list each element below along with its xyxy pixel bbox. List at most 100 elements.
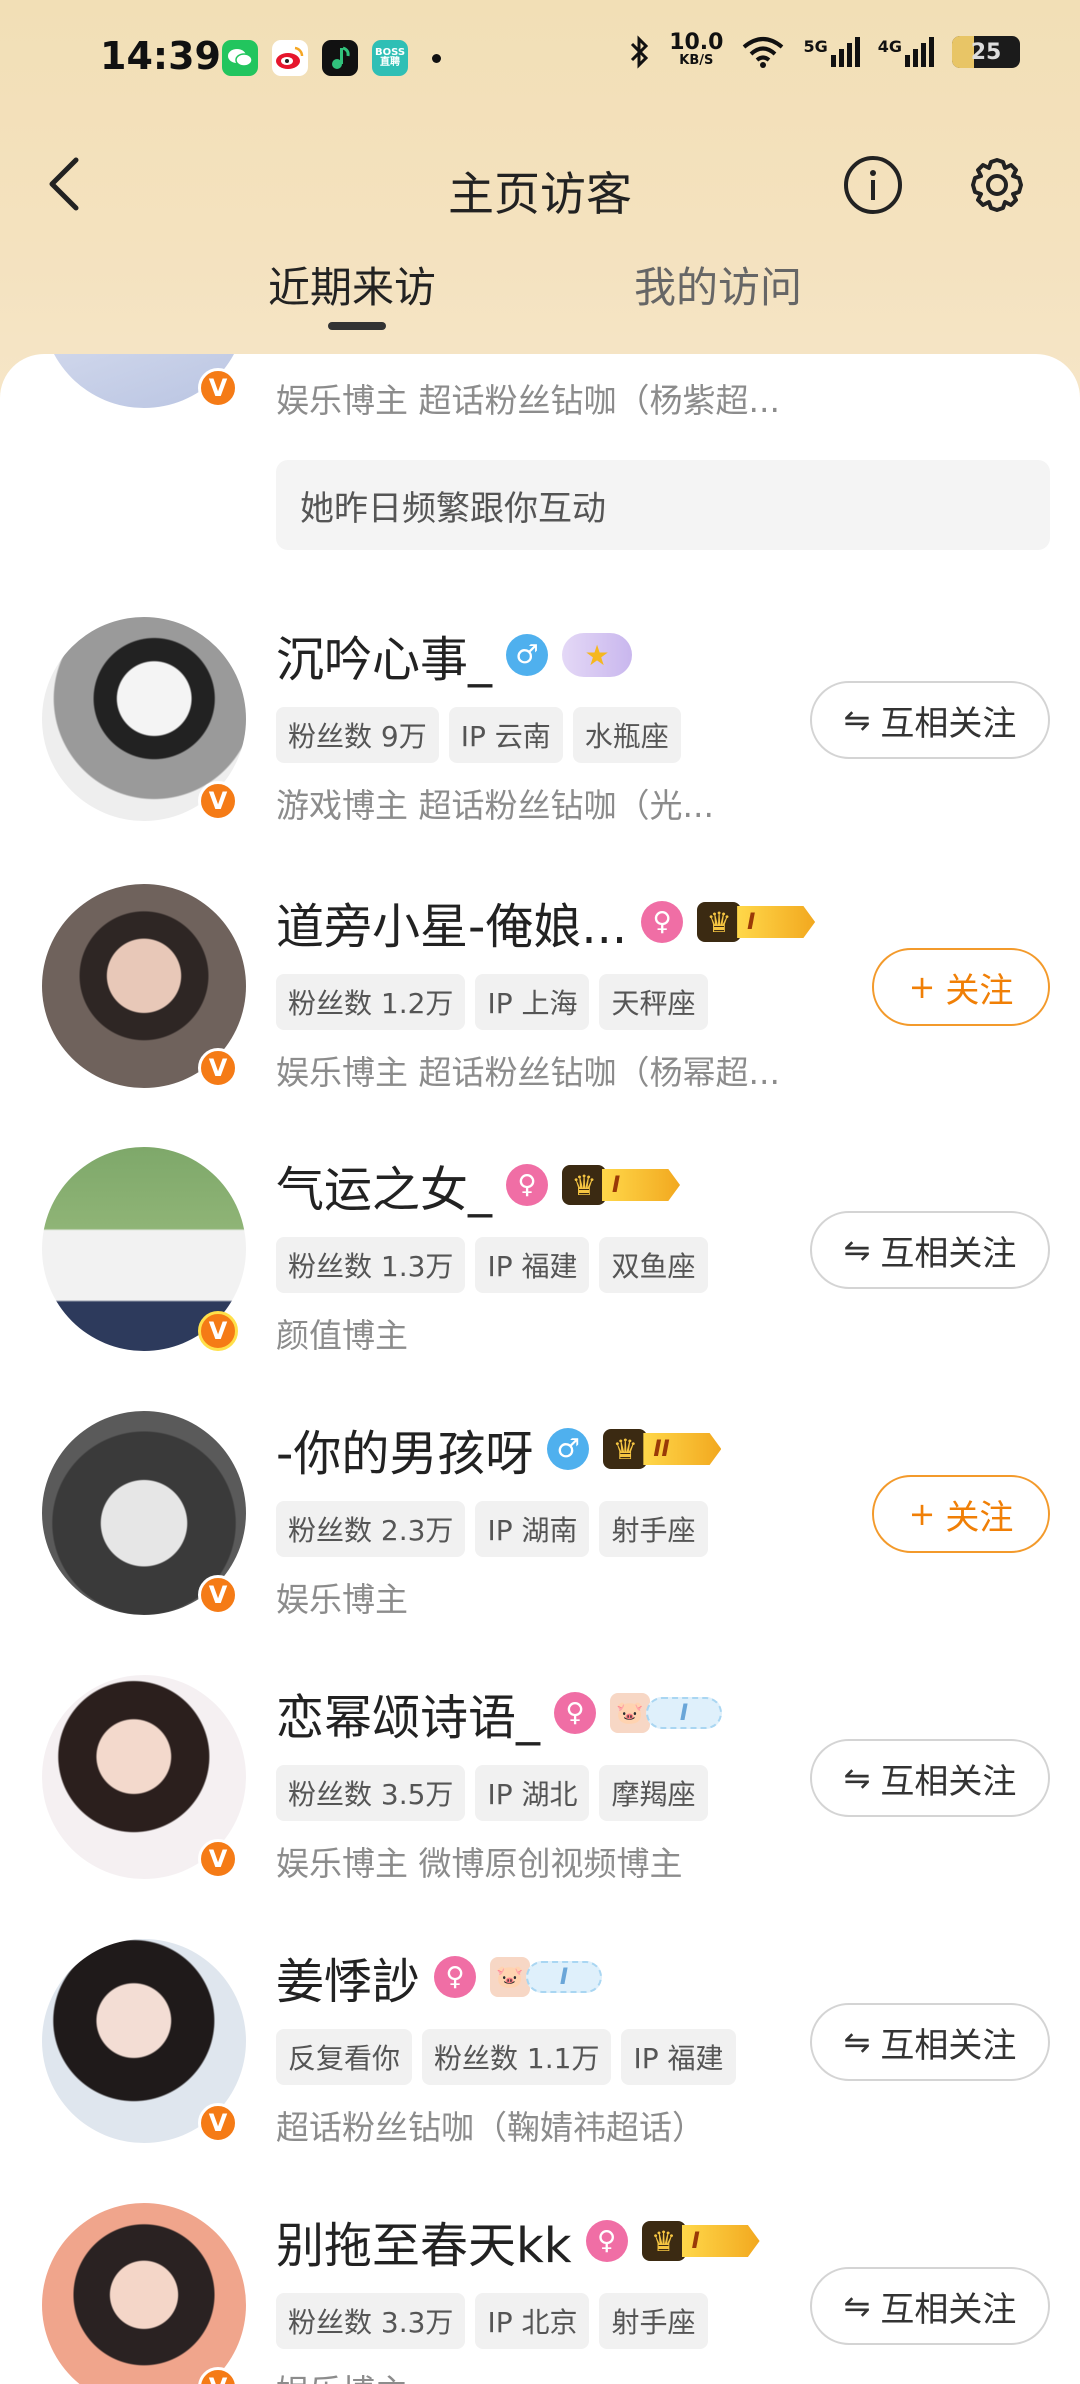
user-name[interactable]: 恋幂颂诗语_ [276,1678,540,1748]
avatar[interactable] [42,2203,246,2384]
user-description: 娱乐博主 [276,2365,408,2384]
user-tags: 粉丝数 2.3万 IP 湖南 射手座 [276,1501,708,1557]
mutual-follow-button[interactable]: ⇋ 互相关注 [810,1739,1050,1817]
list-item[interactable]: V 恋幂颂诗语_ ♀ 🐷 I 粉丝数 3.5万 IP 湖北 摩羯座 娱乐博主 微博… [0,1675,1080,1925]
page-title: 主页访客 [448,167,632,221]
name-line: 别拖至春天kk ♀ ♛ I [276,2211,760,2274]
tag-zodiac: 双鱼座 [599,1237,708,1293]
name-line: 恋幂颂诗语_ ♀ 🐷 I [276,1683,723,1746]
user-description: 娱乐博主 超话粉丝钻咖（杨幂超... [276,1053,780,1092]
active-tab-indicator [328,322,386,330]
follow-button[interactable]: + 关注 [872,1475,1050,1553]
wechat-icon [222,40,258,76]
user-tags: 粉丝数 1.3万 IP 福建 双鱼座 [276,1237,708,1293]
user-tags: 粉丝数 9万 IP 云南 水瓶座 [276,707,681,763]
tag-followers: 粉丝数 1.2万 [276,974,466,1030]
name-line: 道旁小星-俺娘... ♀ ♛ I [276,892,816,955]
net-speed: 10.0 KB/S [669,30,724,69]
name-line: 气运之女_ ♀ ♛ I [276,1155,681,1218]
user-name[interactable]: 别拖至春天kk [276,2206,572,2276]
female-icon: ♀ [585,2220,628,2262]
male-icon: ♂ [506,634,549,676]
female-icon: ♀ [506,1164,549,1206]
tag-zodiac: 射手座 [599,1501,708,1557]
visitor-list[interactable]: V 娱乐博主 超话粉丝钻咖（杨紫超... 她昨日频繁跟你互动 V 沉吟心事_ ♂… [0,354,1080,2384]
crown-level-icon: ♛ I [562,1165,681,1205]
list-item[interactable]: V 娱乐博主 超话粉丝钻咖（杨紫超... 她昨日频繁跟你互动 [0,354,1080,574]
crown-level-icon: ♛ II [603,1429,722,1469]
user-description: 娱乐博主 微博原创视频博主 [276,1844,683,1883]
list-item[interactable]: V 道旁小星-俺娘... ♀ ♛ I 粉丝数 1.2万 IP 上海 天秤座 娱乐博… [0,884,1080,1134]
tag-ip: IP 北京 [475,2293,590,2349]
mutual-follow-button[interactable]: ⇋ 互相关注 [810,681,1050,759]
user-name[interactable]: 道旁小星-俺娘... [276,887,627,957]
verified-badge: V [198,2103,238,2143]
list-item[interactable]: V -你的男孩呀 ♂ ♛ II 粉丝数 2.3万 IP 湖南 射手座 娱乐博主 +… [0,1411,1080,1661]
battery-indicator: 25 [952,36,1020,68]
user-description: 颜值博主 [276,1316,408,1355]
list-item[interactable]: V 姜悸訬 ♀ 🐷 I 反复看你 粉丝数 1.1万 IP 福建 超话粉丝钻咖（鞠婧… [0,1939,1080,2189]
tag-ip: IP 云南 [448,707,563,763]
settings-button[interactable] [964,152,1030,218]
tag-ip: IP 湖北 [475,1765,590,1821]
verified-badge: V [198,1048,238,1088]
user-name[interactable]: 沉吟心事_ [276,620,492,690]
tag-ip: IP 福建 [621,2029,736,2085]
user-name[interactable]: 气运之女_ [276,1150,492,1220]
female-icon: ♀ [554,1692,597,1734]
pet-level-icon: 🐷 I [490,1957,603,1997]
user-tags: 粉丝数 3.5万 IP 湖北 摩羯座 [276,1765,708,1821]
status-right: 10.0 KB/S 5G 4G 25 [629,30,1020,70]
tag-followers: 粉丝数 3.3万 [276,2293,466,2349]
tag-zodiac: 摩羯座 [599,1765,708,1821]
user-tags: 粉丝数 3.3万 IP 北京 射手座 [276,2293,708,2349]
info-button[interactable] [840,152,906,218]
list-item[interactable]: V 别拖至春天kk ♀ ♛I 粉丝数 3.3万 IP 北京 射手座 娱乐博主 ⇋… [0,2203,1080,2384]
verified-badge: V [198,368,238,408]
female-icon: ♀ [641,901,684,943]
signal-4g: 4G [878,37,934,67]
plus-icon: + [908,1495,936,1533]
mutual-follow-button[interactable]: ⇋ 互相关注 [810,1211,1050,1289]
more-notifications-dot [432,53,441,63]
male-icon: ♂ [547,1428,590,1470]
mutual-follow-button[interactable]: ⇋ 互相关注 [810,2003,1050,2081]
verified-badge: V [198,1311,238,1351]
mutual-follow-button[interactable]: ⇋ 互相关注 [810,2267,1050,2345]
user-name[interactable]: 姜悸訬 [276,1942,420,2012]
tag-followers: 粉丝数 1.1万 [422,2029,612,2085]
bluetooth-icon [631,35,649,69]
user-description: 娱乐博主 [276,1580,408,1619]
tag-zodiac: 射手座 [599,2293,708,2349]
status-bar: 14:39 BOSS直聘 10.0 KB/S 5G 4G 25 [0,0,1080,120]
list-item[interactable]: V 气运之女_ ♀ ♛ I 粉丝数 1.3万 IP 福建 双鱼座 颜值博主 ⇋ 互相… [0,1147,1080,1397]
page-header: 主页访客 [0,140,1080,240]
wifi-icon [743,37,784,68]
tag-followers: 粉丝数 9万 [276,707,439,763]
follow-button[interactable]: + 关注 [872,948,1050,1026]
mutual-follow-icon: ⇋ [843,701,871,739]
interaction-hint: 她昨日频繁跟你互动 [276,460,1050,550]
user-description: 超话粉丝钻咖（鞠婧祎超话） [276,2108,705,2147]
tag-revisit: 反复看你 [276,2029,413,2085]
user-name[interactable]: -你的男孩呀 [276,1414,533,1484]
verified-badge: V [198,781,238,821]
name-line: 沉吟心事_ ♂ ★ [276,625,633,688]
mutual-follow-icon: ⇋ [843,2023,871,2061]
tab-recent-visitors[interactable]: 近期来访 [268,254,436,315]
signal-5g: 5G [803,37,860,67]
user-tags: 反复看你 粉丝数 1.1万 IP 福建 [276,2029,736,2085]
user-description: 游戏博主 超话粉丝钻咖（光... [276,786,714,825]
boss-zhipin-icon: BOSS直聘 [372,40,408,76]
tag-followers: 粉丝数 3.5万 [276,1765,466,1821]
verified-badge: V [198,1575,238,1615]
user-description: 娱乐博主 超话粉丝钻咖（杨紫超... [276,381,780,420]
tag-ip: IP 上海 [475,974,590,1030]
visitor-tabs: 近期来访 我的访问 [0,250,1080,340]
name-line: -你的男孩呀 ♂ ♛ II [276,1419,722,1482]
list-item[interactable]: V 沉吟心事_ ♂ ★ 粉丝数 9万 IP 云南 水瓶座 游戏博主 超话粉丝钻咖… [0,617,1080,867]
status-time: 14:39 [100,34,221,78]
tag-followers: 粉丝数 1.3万 [276,1237,466,1293]
tab-my-visits[interactable]: 我的访问 [634,254,802,315]
tag-ip: IP 福建 [475,1237,590,1293]
